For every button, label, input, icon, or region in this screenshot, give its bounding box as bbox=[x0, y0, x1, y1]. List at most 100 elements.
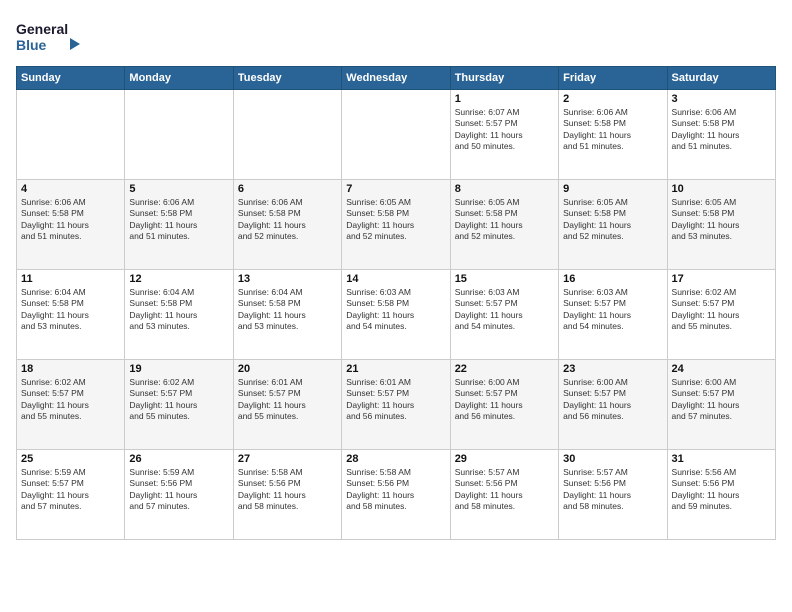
calendar-cell: 28 Sunrise: 5:58 AM Sunset: 5:56 PM Dayli… bbox=[342, 450, 450, 540]
day-number: 14 bbox=[346, 273, 445, 285]
day-number: 24 bbox=[672, 363, 771, 375]
svg-text:Blue: Blue bbox=[16, 37, 47, 53]
day-number: 12 bbox=[129, 273, 228, 285]
logo: GeneralBlue bbox=[16, 16, 86, 56]
calendar-cell: 1 Sunrise: 6:07 AM Sunset: 5:57 PM Daylig… bbox=[450, 90, 558, 180]
day-number: 20 bbox=[238, 363, 337, 375]
day-header-saturday: Saturday bbox=[667, 67, 775, 90]
day-info: Sunrise: 5:56 AM Sunset: 5:56 PM Dayligh… bbox=[672, 467, 771, 513]
day-info: Sunrise: 6:02 AM Sunset: 5:57 PM Dayligh… bbox=[21, 377, 120, 423]
day-number: 31 bbox=[672, 453, 771, 465]
calendar-cell: 12 Sunrise: 6:04 AM Sunset: 5:58 PM Dayli… bbox=[125, 270, 233, 360]
day-number: 22 bbox=[455, 363, 554, 375]
calendar-cell bbox=[17, 90, 125, 180]
day-info: Sunrise: 6:07 AM Sunset: 5:57 PM Dayligh… bbox=[455, 107, 554, 153]
day-number: 26 bbox=[129, 453, 228, 465]
day-number: 3 bbox=[672, 93, 771, 105]
calendar-cell: 22 Sunrise: 6:00 AM Sunset: 5:57 PM Dayli… bbox=[450, 360, 558, 450]
day-info: Sunrise: 6:03 AM Sunset: 5:57 PM Dayligh… bbox=[563, 287, 662, 333]
day-info: Sunrise: 6:04 AM Sunset: 5:58 PM Dayligh… bbox=[129, 287, 228, 333]
day-info: Sunrise: 6:06 AM Sunset: 5:58 PM Dayligh… bbox=[238, 197, 337, 243]
calendar-cell bbox=[342, 90, 450, 180]
day-number: 8 bbox=[455, 183, 554, 195]
calendar-cell: 27 Sunrise: 5:58 AM Sunset: 5:56 PM Dayli… bbox=[233, 450, 341, 540]
day-info: Sunrise: 6:01 AM Sunset: 5:57 PM Dayligh… bbox=[346, 377, 445, 423]
logo-svg: GeneralBlue bbox=[16, 16, 86, 56]
calendar-cell: 15 Sunrise: 6:03 AM Sunset: 5:57 PM Dayli… bbox=[450, 270, 558, 360]
day-number: 16 bbox=[563, 273, 662, 285]
day-info: Sunrise: 6:04 AM Sunset: 5:58 PM Dayligh… bbox=[238, 287, 337, 333]
calendar-cell bbox=[233, 90, 341, 180]
calendar-cell: 21Sunrise: 6:01 AM Sunset: 5:57 PM Dayli… bbox=[342, 360, 450, 450]
day-header-tuesday: Tuesday bbox=[233, 67, 341, 90]
day-info: Sunrise: 6:05 AM Sunset: 5:58 PM Dayligh… bbox=[563, 197, 662, 243]
day-info: Sunrise: 6:01 AM Sunset: 5:57 PM Dayligh… bbox=[238, 377, 337, 423]
calendar-cell: 23 Sunrise: 6:00 AM Sunset: 5:57 PM Dayli… bbox=[559, 360, 667, 450]
day-info: Sunrise: 5:59 AM Sunset: 5:57 PM Dayligh… bbox=[21, 467, 120, 513]
day-number: 10 bbox=[672, 183, 771, 195]
calendar-cell: 29 Sunrise: 5:57 AM Sunset: 5:56 PM Dayli… bbox=[450, 450, 558, 540]
calendar-table: SundayMondayTuesdayWednesdayThursdayFrid… bbox=[16, 66, 776, 540]
day-header-monday: Monday bbox=[125, 67, 233, 90]
calendar-cell: 3Sunrise: 6:06 AM Sunset: 5:58 PM Daylig… bbox=[667, 90, 775, 180]
day-info: Sunrise: 5:57 AM Sunset: 5:56 PM Dayligh… bbox=[455, 467, 554, 513]
day-info: Sunrise: 5:58 AM Sunset: 5:56 PM Dayligh… bbox=[346, 467, 445, 513]
calendar-cell: 4 Sunrise: 6:06 AM Sunset: 5:58 PM Daylig… bbox=[17, 180, 125, 270]
calendar-cell: 19 Sunrise: 6:02 AM Sunset: 5:57 PM Dayli… bbox=[125, 360, 233, 450]
day-info: Sunrise: 5:58 AM Sunset: 5:56 PM Dayligh… bbox=[238, 467, 337, 513]
calendar-cell: 30Sunrise: 5:57 AM Sunset: 5:56 PM Dayli… bbox=[559, 450, 667, 540]
day-info: Sunrise: 6:06 AM Sunset: 5:58 PM Dayligh… bbox=[21, 197, 120, 243]
calendar-cell: 7Sunrise: 6:05 AM Sunset: 5:58 PM Daylig… bbox=[342, 180, 450, 270]
day-number: 19 bbox=[129, 363, 228, 375]
day-header-wednesday: Wednesday bbox=[342, 67, 450, 90]
day-number: 7 bbox=[346, 183, 445, 195]
day-number: 6 bbox=[238, 183, 337, 195]
day-number: 15 bbox=[455, 273, 554, 285]
calendar-cell: 26 Sunrise: 5:59 AM Sunset: 5:56 PM Dayli… bbox=[125, 450, 233, 540]
day-number: 18 bbox=[21, 363, 120, 375]
day-info: Sunrise: 6:04 AM Sunset: 5:58 PM Dayligh… bbox=[21, 287, 120, 333]
day-number: 23 bbox=[563, 363, 662, 375]
calendar-cell: 9 Sunrise: 6:05 AM Sunset: 5:58 PM Daylig… bbox=[559, 180, 667, 270]
week-row-0: 1 Sunrise: 6:07 AM Sunset: 5:57 PM Daylig… bbox=[17, 90, 776, 180]
day-info: Sunrise: 6:00 AM Sunset: 5:57 PM Dayligh… bbox=[455, 377, 554, 423]
day-number: 9 bbox=[563, 183, 662, 195]
day-info: Sunrise: 6:06 AM Sunset: 5:58 PM Dayligh… bbox=[563, 107, 662, 153]
day-info: Sunrise: 6:02 AM Sunset: 5:57 PM Dayligh… bbox=[129, 377, 228, 423]
calendar-cell: 8 Sunrise: 6:05 AM Sunset: 5:58 PM Daylig… bbox=[450, 180, 558, 270]
calendar-cell: 6 Sunrise: 6:06 AM Sunset: 5:58 PM Daylig… bbox=[233, 180, 341, 270]
day-number: 13 bbox=[238, 273, 337, 285]
svg-text:General: General bbox=[16, 21, 68, 37]
day-info: Sunrise: 6:00 AM Sunset: 5:57 PM Dayligh… bbox=[563, 377, 662, 423]
day-number: 28 bbox=[346, 453, 445, 465]
week-row-4: 25Sunrise: 5:59 AM Sunset: 5:57 PM Dayli… bbox=[17, 450, 776, 540]
day-info: Sunrise: 6:03 AM Sunset: 5:58 PM Dayligh… bbox=[346, 287, 445, 333]
day-info: Sunrise: 6:05 AM Sunset: 5:58 PM Dayligh… bbox=[455, 197, 554, 243]
calendar-cell: 16 Sunrise: 6:03 AM Sunset: 5:57 PM Dayli… bbox=[559, 270, 667, 360]
day-header-thursday: Thursday bbox=[450, 67, 558, 90]
day-number: 29 bbox=[455, 453, 554, 465]
calendar-cell: 17 Sunrise: 6:02 AM Sunset: 5:57 PM Dayli… bbox=[667, 270, 775, 360]
calendar-cell: 25Sunrise: 5:59 AM Sunset: 5:57 PM Dayli… bbox=[17, 450, 125, 540]
day-info: Sunrise: 5:59 AM Sunset: 5:56 PM Dayligh… bbox=[129, 467, 228, 513]
calendar-cell: 18 Sunrise: 6:02 AM Sunset: 5:57 PM Dayli… bbox=[17, 360, 125, 450]
calendar-cell: 13 Sunrise: 6:04 AM Sunset: 5:58 PM Dayli… bbox=[233, 270, 341, 360]
header-row: SundayMondayTuesdayWednesdayThursdayFrid… bbox=[17, 67, 776, 90]
day-info: Sunrise: 6:06 AM Sunset: 5:58 PM Dayligh… bbox=[129, 197, 228, 243]
day-number: 27 bbox=[238, 453, 337, 465]
day-number: 17 bbox=[672, 273, 771, 285]
day-number: 4 bbox=[21, 183, 120, 195]
day-number: 1 bbox=[455, 93, 554, 105]
calendar-cell bbox=[125, 90, 233, 180]
week-row-1: 4 Sunrise: 6:06 AM Sunset: 5:58 PM Daylig… bbox=[17, 180, 776, 270]
day-number: 5 bbox=[129, 183, 228, 195]
day-header-friday: Friday bbox=[559, 67, 667, 90]
page: GeneralBlue SundayMondayTuesdayWednesday… bbox=[0, 0, 792, 612]
week-row-2: 11Sunrise: 6:04 AM Sunset: 5:58 PM Dayli… bbox=[17, 270, 776, 360]
day-info: Sunrise: 6:03 AM Sunset: 5:57 PM Dayligh… bbox=[455, 287, 554, 333]
calendar-cell: 24Sunrise: 6:00 AM Sunset: 5:57 PM Dayli… bbox=[667, 360, 775, 450]
week-row-3: 18 Sunrise: 6:02 AM Sunset: 5:57 PM Dayli… bbox=[17, 360, 776, 450]
day-number: 2 bbox=[563, 93, 662, 105]
day-info: Sunrise: 6:02 AM Sunset: 5:57 PM Dayligh… bbox=[672, 287, 771, 333]
header: GeneralBlue bbox=[16, 16, 776, 56]
